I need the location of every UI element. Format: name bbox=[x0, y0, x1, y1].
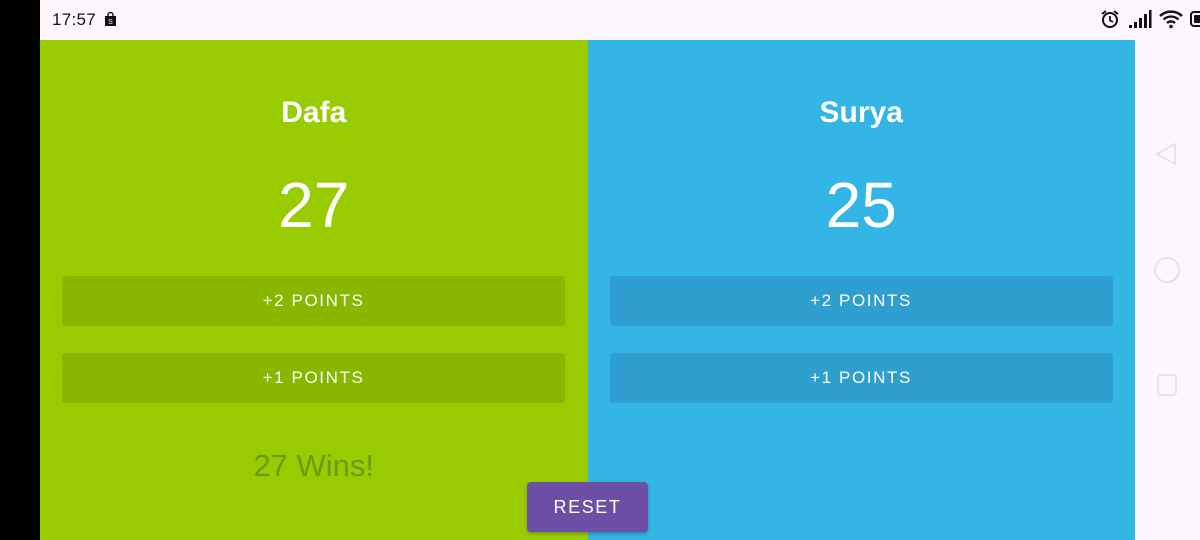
recent-apps-icon[interactable] bbox=[1157, 374, 1177, 396]
battery-icon bbox=[1190, 11, 1200, 27]
team-b-plus-two-button[interactable]: +2 POINTS bbox=[609, 276, 1113, 326]
team-b-plus-one-button[interactable]: +1 POINTS bbox=[609, 353, 1113, 403]
home-icon[interactable] bbox=[1153, 256, 1181, 284]
team-b-score: 25 bbox=[825, 169, 897, 241]
status-time: 17:57 bbox=[52, 10, 97, 29]
team-a-score: 27 bbox=[278, 169, 350, 241]
screen-bezel bbox=[0, 0, 40, 540]
team-a-panel: Dafa 27 +2 POINTS +1 POINTS 27 Wins! bbox=[40, 40, 588, 540]
signal-icon bbox=[1129, 10, 1152, 28]
alarm-icon bbox=[1101, 10, 1119, 28]
app-screen: 17:57 S Dafa 27 +2 POINTS +1 POINTS 27 W… bbox=[0, 0, 1200, 540]
back-icon[interactable] bbox=[1155, 142, 1177, 166]
wifi-icon bbox=[1159, 10, 1183, 29]
status-bar: 17:57 S bbox=[40, 0, 1200, 40]
team-a-plus-two-button[interactable]: +2 POINTS bbox=[62, 276, 565, 326]
svg-text:S: S bbox=[108, 19, 113, 26]
navigation-bar bbox=[1135, 40, 1200, 540]
winner-text: 27 Wins! bbox=[253, 448, 375, 483]
reset-button[interactable]: RESET bbox=[527, 482, 648, 532]
shop-icon: S bbox=[105, 12, 116, 26]
team-a-name: Dafa bbox=[281, 96, 347, 129]
team-b-panel: Surya 25 +2 POINTS +1 POINTS bbox=[587, 40, 1135, 540]
team-b-name: Surya bbox=[819, 96, 903, 129]
team-a-plus-one-button[interactable]: +1 POINTS bbox=[62, 353, 565, 403]
